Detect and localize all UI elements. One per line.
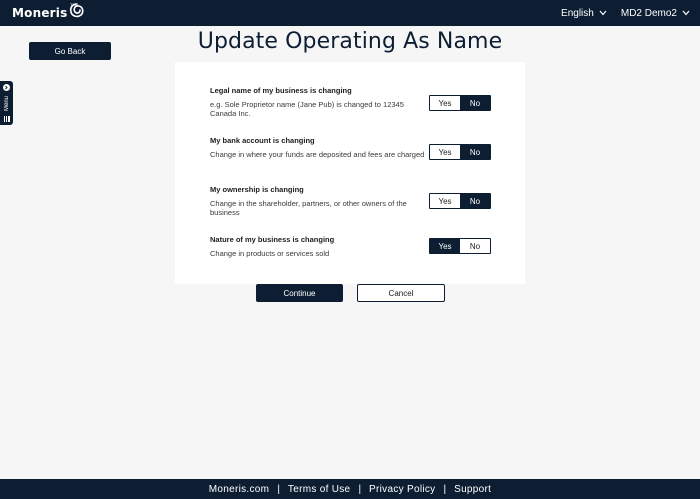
question-description: Change in products or services sold: [210, 249, 330, 258]
language-selector[interactable]: English: [561, 8, 607, 19]
footer-link-support[interactable]: Support: [454, 484, 491, 495]
toggle-no-option[interactable]: No: [460, 145, 490, 159]
footer-separator: |: [443, 483, 447, 495]
continue-button[interactable]: Continue: [256, 284, 343, 302]
toggle-ownership: Yes No: [429, 193, 491, 209]
toggle-bank-account: Yes No: [429, 144, 491, 160]
toggle-yes-option[interactable]: Yes: [430, 145, 460, 159]
top-bar: Moneris TM English MD2 Demo2: [0, 0, 700, 26]
footer-link-privacy[interactable]: Privacy Policy: [369, 484, 435, 495]
moneris-logo[interactable]: Moneris TM: [12, 2, 85, 23]
footer-link-moneris[interactable]: Moneris.com: [209, 484, 270, 495]
hamburger-icon: [3, 115, 10, 122]
question-description: e.g. Sole Proprietor name (Jane Pub) is …: [210, 100, 404, 118]
toggle-nature-of-business: Yes No: [429, 238, 491, 254]
side-menu-tab[interactable]: Menu: [0, 81, 13, 125]
info-icon: [3, 84, 10, 91]
toggle-yes-option[interactable]: Yes: [430, 96, 460, 110]
footer-link-terms[interactable]: Terms of Use: [288, 484, 351, 495]
chevron-down-icon: [599, 10, 607, 16]
page-title: Update Operating As Name: [197, 29, 503, 54]
toggle-no-option[interactable]: No: [460, 96, 490, 110]
logo-text: Moneris: [12, 6, 68, 20]
question-title: Legal name of my business is changing: [210, 86, 352, 95]
footer-separator: |: [358, 483, 362, 495]
account-selector[interactable]: MD2 Demo2: [621, 8, 690, 19]
toggle-legal-name: Yes No: [429, 95, 491, 111]
footer-separator: |: [277, 483, 280, 495]
toggle-yes-option[interactable]: Yes: [430, 194, 460, 208]
toggle-no-option[interactable]: No: [460, 194, 490, 208]
language-label: English: [561, 7, 594, 19]
menu-label: Menu: [3, 95, 10, 111]
questions-card: Legal name of my business is changing e.…: [175, 62, 525, 284]
account-label: MD2 Demo2: [620, 7, 677, 19]
cancel-button[interactable]: Cancel: [357, 284, 445, 302]
question-description: Change in the shareholder, partners, or …: [210, 199, 407, 217]
chevron-down-icon: [682, 10, 690, 16]
trademark-mark: TM: [70, 2, 76, 7]
top-nav: English MD2 Demo2: [561, 0, 690, 26]
question-description: Change in where your funds are deposited…: [210, 150, 425, 159]
toggle-no-option[interactable]: No: [460, 239, 490, 253]
toggle-yes-option[interactable]: Yes: [430, 239, 460, 253]
footer: Moneris.com | Terms of Use | Privacy Pol…: [0, 479, 700, 499]
